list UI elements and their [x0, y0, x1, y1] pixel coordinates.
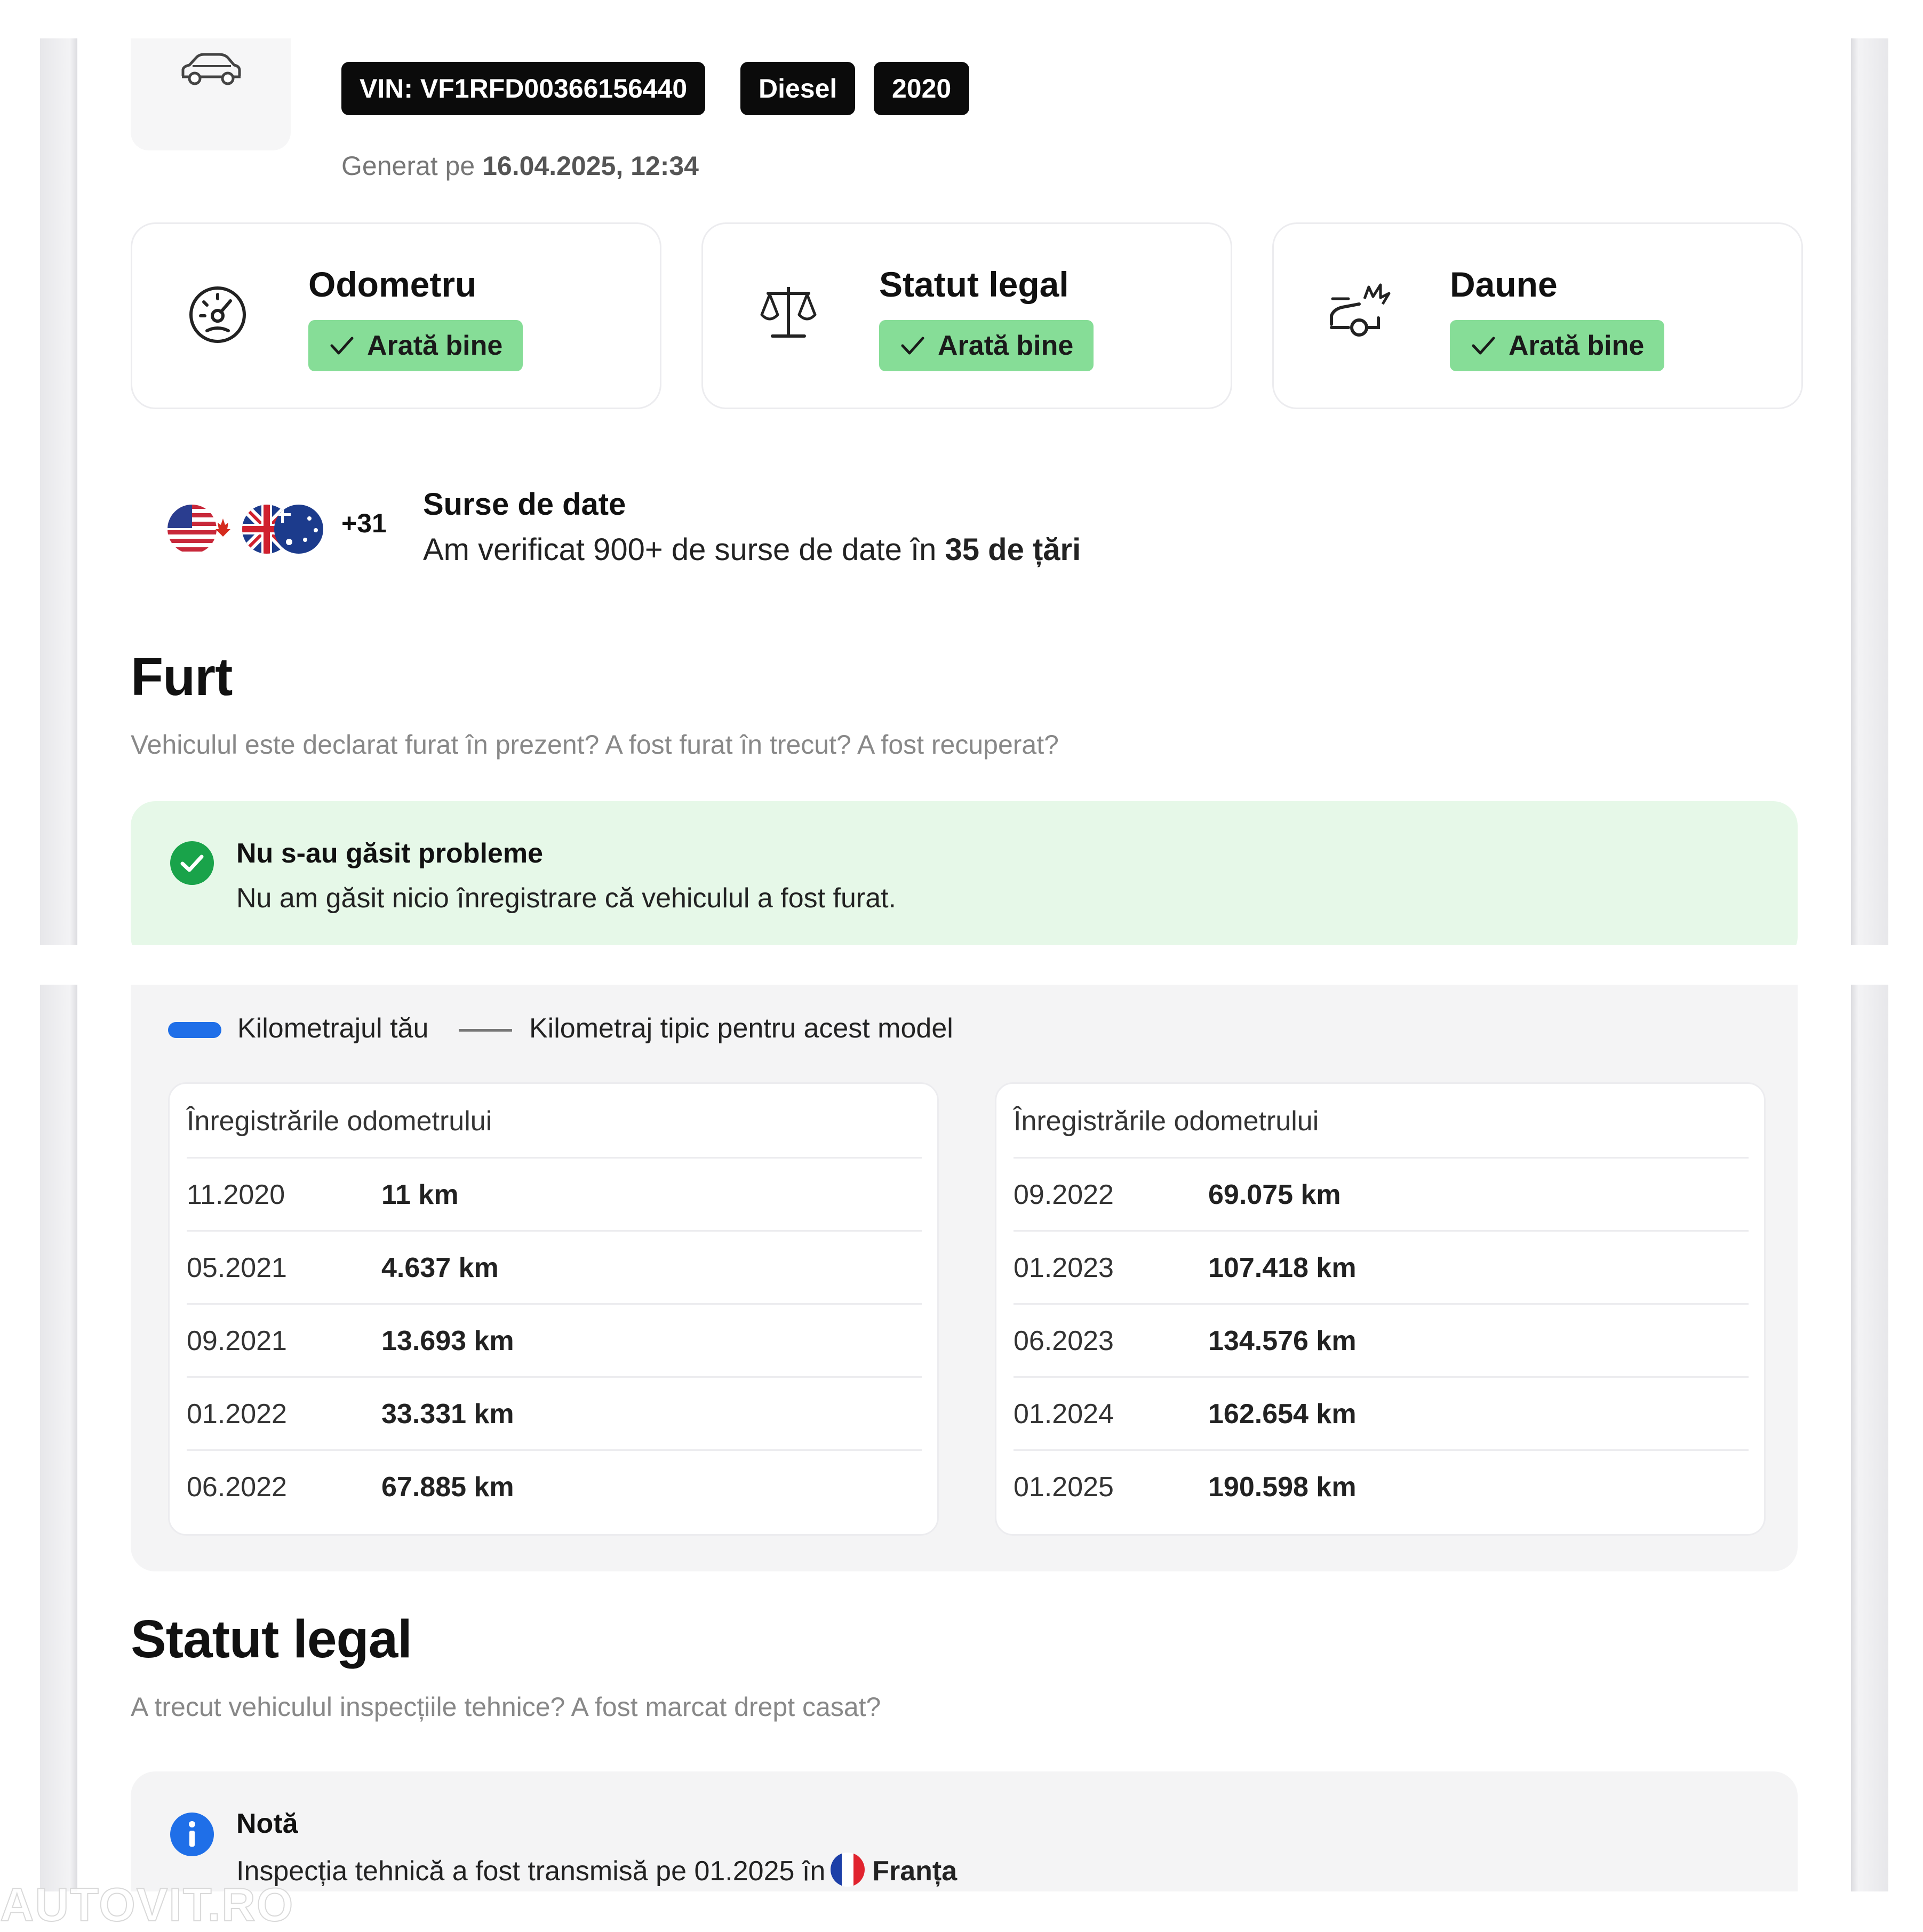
damage-card[interactable]: Daune Arată bine: [1272, 222, 1803, 409]
record-date: 01.2025: [1014, 1472, 1114, 1503]
generated-date: Generat pe 16.04.2025, 12:34: [341, 150, 699, 181]
table-row: 09.2021 13.693 km: [187, 1303, 922, 1378]
record-date: 01.2023: [1014, 1252, 1114, 1283]
record-date: 11.2020: [187, 1179, 285, 1210]
record-km: 190.598 km: [1208, 1472, 1357, 1503]
record-km: 107.418 km: [1208, 1252, 1357, 1283]
fuel-tag: Diesel: [740, 62, 856, 115]
record-km: 69.075 km: [1208, 1179, 1341, 1210]
record-date: 01.2022: [187, 1399, 287, 1430]
record-km: 33.331 km: [381, 1399, 514, 1430]
theft-result-title: Nu s-au găsit probleme: [236, 838, 543, 869]
odometer-records-section: Kilometrajul tău Kilometraj tipic pentru…: [131, 985, 1798, 1571]
speedometer-icon: [189, 286, 246, 343]
odometer-table-right: Înregistrările odometrului 09.2022 69.07…: [995, 1082, 1766, 1536]
damage-status-text: Arată bine: [1509, 330, 1645, 361]
extra-countries-count: +31: [341, 508, 387, 538]
country-flags-icon: [167, 505, 323, 554]
panel-edge-left: [40, 985, 77, 1891]
year-tag: 2020: [874, 62, 970, 115]
record-km: 134.576 km: [1208, 1326, 1357, 1356]
odometer-card[interactable]: Odometru Arată bine: [131, 222, 661, 409]
report-details-panel: Kilometrajul tău Kilometraj tipic pentru…: [40, 985, 1888, 1891]
info-icon: [170, 1813, 214, 1856]
note-title: Notă: [236, 1808, 298, 1839]
odometer-table-left: Înregistrările odometrului 11.2020 11 km…: [168, 1082, 939, 1536]
table-row: 01.2022 33.331 km: [187, 1376, 922, 1451]
theft-result-text: Nu am găsit nicio înregistrare că vehicu…: [236, 883, 897, 914]
france-flag-icon: [831, 1853, 865, 1887]
note-country: Franța: [872, 1856, 957, 1887]
table-row: 01.2023 107.418 km: [1014, 1230, 1749, 1305]
watermark: AUTOVIT.RO: [0, 1878, 294, 1931]
generated-prefix: Generat pe: [341, 151, 475, 181]
record-date: 09.2022: [1014, 1179, 1114, 1210]
panel-edge-right: [1851, 38, 1888, 945]
record-date: 06.2023: [1014, 1326, 1114, 1356]
car-crash-icon: [1330, 283, 1391, 337]
odometer-table-header: Înregistrările odometrului: [1014, 1106, 1319, 1137]
damage-status-badge: Arată bine: [1450, 320, 1665, 371]
generated-date-value: 16.04.2025, 12:34: [482, 151, 699, 181]
odometer-card-title: Odometru: [308, 265, 477, 304]
odometer-table-header: Înregistrările odometrului: [187, 1106, 492, 1137]
damage-card-title: Daune: [1450, 265, 1558, 304]
table-row: 01.2025 190.598 km: [1014, 1449, 1749, 1524]
legend-typical-mileage-swatch: [459, 1029, 512, 1032]
legal-status-badge: Arată bine: [879, 320, 1094, 371]
check-circle-icon: [170, 841, 214, 885]
check-icon: [330, 337, 354, 355]
theft-question: Vehiculul este declarat furat în prezent…: [131, 730, 1059, 760]
data-sources-title: Surse de date: [423, 487, 626, 522]
legend-your-mileage-swatch: [168, 1022, 221, 1038]
table-row: 05.2021 4.637 km: [187, 1230, 922, 1305]
record-date: 06.2022: [187, 1472, 287, 1503]
record-km: 162.654 km: [1208, 1399, 1357, 1430]
check-icon: [901, 337, 924, 355]
car-icon: [181, 53, 241, 85]
odometer-status-text: Arată bine: [367, 330, 503, 361]
panel-edge-right: [1851, 985, 1888, 1891]
note-text: Inspecția tehnică a fost transmisă pe 01…: [236, 1853, 957, 1887]
vehicle-thumbnail: [131, 38, 291, 150]
legal-status-question: A trecut vehiculul inspecțiile tehnice? …: [131, 1692, 881, 1722]
odometer-status-badge: Arată bine: [308, 320, 523, 371]
theft-result-box: Nu s-au găsit probleme Nu am găsit nicio…: [131, 801, 1798, 945]
legal-status-text: Arată bine: [938, 330, 1074, 361]
report-summary-panel: VIN: VF1RFD00366156440 Diesel 2020 Gener…: [40, 38, 1888, 945]
record-km: 4.637 km: [381, 1252, 499, 1283]
data-sources-countries: 35 de țări: [945, 532, 1081, 567]
vin-tag: VIN: VF1RFD00366156440: [341, 62, 706, 115]
record-date: 09.2021: [187, 1326, 287, 1356]
panel-edge-left: [40, 38, 77, 945]
table-row: 06.2022 67.885 km: [187, 1449, 922, 1524]
legend-your-mileage: Kilometrajul tău: [237, 1013, 429, 1044]
legal-status-card-title: Statut legal: [879, 265, 1069, 304]
inspection-note-box: Notă Inspecția tehnică a fost transmisă …: [131, 1771, 1798, 1891]
record-date: 05.2021: [187, 1252, 287, 1283]
check-icon: [1472, 337, 1495, 355]
table-row: 06.2023 134.576 km: [1014, 1303, 1749, 1378]
table-row: 09.2022 69.075 km: [1014, 1157, 1749, 1232]
record-km: 13.693 km: [381, 1326, 514, 1356]
table-row: 11.2020 11 km: [187, 1157, 922, 1232]
data-sources-text: Am verificat 900+ de surse de date în 35…: [423, 532, 1081, 568]
theft-heading: Furt: [131, 647, 233, 707]
record-km: 67.885 km: [381, 1472, 514, 1503]
legal-status-heading: Statut legal: [131, 1609, 412, 1669]
note-text-body: Inspecția tehnică a fost transmisă pe 01…: [236, 1856, 826, 1887]
record-km: 11 km: [381, 1179, 459, 1210]
legal-status-card[interactable]: Statut legal Arată bine: [701, 222, 1232, 409]
scales-icon: [760, 287, 817, 338]
table-row: 01.2024 162.654 km: [1014, 1376, 1749, 1451]
record-date: 01.2024: [1014, 1399, 1114, 1430]
data-sources-prefix: Am verificat 900+ de surse de date în: [423, 532, 937, 567]
legend-typical-mileage: Kilometraj tipic pentru acest model: [529, 1013, 953, 1044]
